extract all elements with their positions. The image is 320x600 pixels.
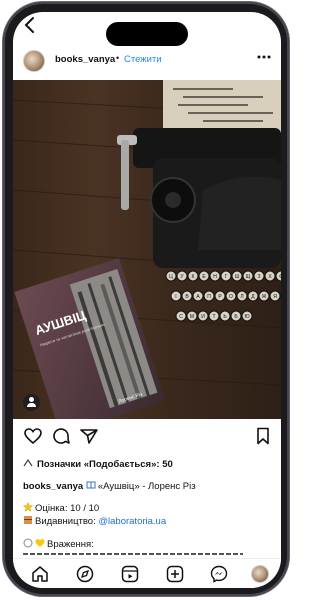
publisher-line: Видавництво: @laboratoria.ua	[23, 515, 166, 527]
typewriter-key-label: Н	[213, 274, 217, 280]
typewriter-key-label: С	[179, 314, 183, 320]
bottom-tab-bar	[13, 558, 281, 588]
likes-icon	[23, 458, 33, 467]
publisher-prefix: Видавництво:	[35, 516, 99, 527]
typewriter-key-label: Ю	[244, 314, 249, 320]
book-emoji-icon	[86, 481, 96, 489]
impressions-line: Враження:	[23, 538, 94, 550]
typewriter-key-label: Щ	[246, 274, 251, 280]
separator-dot: •	[116, 53, 120, 63]
post-caption: books_vanya «Аушвіц» - Лоренс Різ	[23, 480, 273, 493]
typewriter-key-label: О	[229, 294, 233, 300]
screen: books_vanya • Стежити Ц У К Е Н Г Ш Щ З …	[13, 12, 281, 588]
typewriter-key-label: М	[190, 314, 194, 320]
typewriter-key-label: Ф	[279, 274, 281, 280]
profile-avatar-tab[interactable]	[251, 565, 269, 583]
home-icon[interactable]	[31, 565, 49, 583]
heart-icon[interactable]	[23, 426, 43, 446]
star-icon	[23, 502, 33, 512]
messenger-icon[interactable]	[210, 565, 228, 583]
typewriter-key-label: Ж	[262, 294, 267, 300]
books-icon	[24, 516, 32, 524]
dynamic-island	[106, 22, 188, 46]
bookmark-icon[interactable]	[253, 426, 273, 446]
typewriter-key-label: П	[207, 294, 211, 300]
typewriter-key-label: И	[201, 314, 205, 320]
caption-overflow	[23, 552, 273, 556]
likes-count: 50	[162, 459, 173, 470]
post-username[interactable]: books_vanya	[55, 54, 115, 65]
typewriter-key-label: З	[257, 274, 260, 280]
rating-text: Оцінка: 10 / 10	[35, 503, 100, 514]
typewriter-key-label: Т	[212, 314, 215, 320]
typewriter-key-label: І	[175, 294, 176, 300]
post-actions	[13, 426, 281, 450]
likes-label: Позначки «Подобається»:	[37, 459, 160, 470]
yellow-heart-icon	[35, 539, 45, 547]
caption-text: «Аушвіц» - Лоренс Різ	[97, 481, 196, 492]
typewriter-key-label: Г	[225, 274, 228, 280]
follow-button[interactable]: Стежити	[124, 54, 162, 65]
publisher-link[interactable]: @laboratoria.ua	[98, 516, 166, 527]
typewriter-key-label: Ш	[235, 274, 240, 280]
post-header: books_vanya • Стежити	[13, 48, 281, 74]
share-icon[interactable]	[79, 426, 99, 446]
explore-icon[interactable]	[76, 565, 94, 583]
more-icon[interactable]	[257, 50, 271, 67]
impressions-label: Враження:	[47, 539, 94, 550]
typewriter-key-label: Ц	[169, 274, 173, 280]
rating-line: Оцінка: 10 / 10	[23, 502, 99, 515]
caption-username[interactable]: books_vanya	[23, 481, 83, 492]
post-photo[interactable]: ЦУКЕНГШЩЗХФІВАПРОЛДЖЯЧСМИТЬБЮ АУШВІЦ Нац…	[13, 80, 281, 419]
create-icon[interactable]	[166, 565, 184, 583]
typewriter-key-label: Л	[240, 294, 243, 300]
comment-icon[interactable]	[51, 426, 71, 446]
person-tag-icon[interactable]	[23, 394, 40, 411]
sparkle-icon	[23, 538, 33, 548]
avatar[interactable]	[23, 50, 45, 72]
typewriter-key-label: К	[192, 274, 195, 280]
typewriter-key-label: Я	[273, 294, 277, 300]
reels-icon[interactable]	[121, 565, 139, 583]
back-icon[interactable]	[23, 16, 35, 38]
likes-row[interactable]: Позначки «Подобається»: 50	[23, 458, 173, 470]
